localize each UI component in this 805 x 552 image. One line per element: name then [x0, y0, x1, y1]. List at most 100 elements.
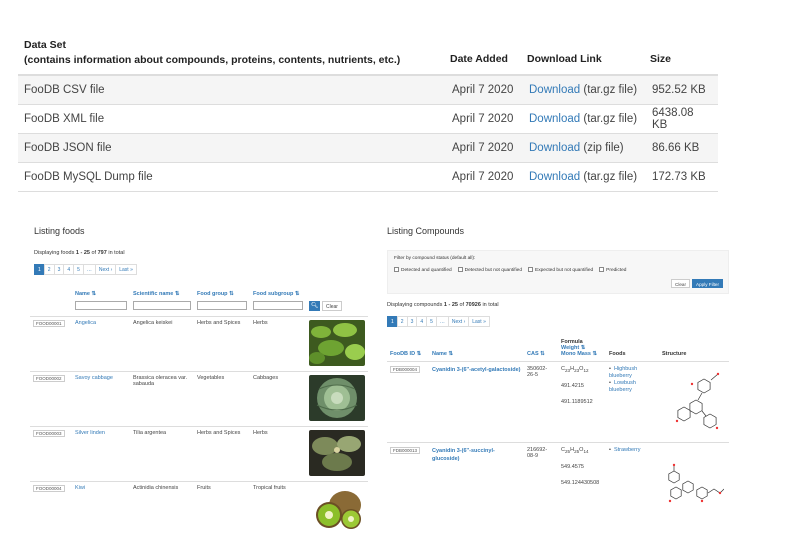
filter-name-input[interactable] — [75, 301, 127, 310]
formula: C25H25O14 — [561, 447, 589, 455]
page-link[interactable]: Last » — [115, 264, 137, 275]
food-row: FOOD00003 Silver linden Tilia argentea Herb… — [30, 426, 368, 482]
status-filter-option[interactable]: Predicted — [599, 267, 626, 273]
col-cas-header[interactable]: CAS ⇅ — [524, 337, 558, 362]
filter-group-input[interactable] — [197, 301, 247, 310]
filter-label: Filter by compound status (default all): — [394, 256, 476, 261]
dataset-header-date: Date Added — [450, 53, 508, 65]
dataset-download-cell: Download (zip file) — [529, 142, 652, 154]
food-group: Herbs and Spices — [194, 426, 250, 482]
compound-name-link[interactable]: Cyanidin 3-(6''-succinyl-glucoside) — [432, 448, 495, 462]
food-name-link[interactable]: Kiwi — [75, 485, 85, 491]
dataset-download-cell: Download (tar.gz file) — [529, 84, 652, 96]
food-subgroup: Herbs — [250, 316, 306, 372]
food-name-link[interactable]: Savoy cabbage — [75, 375, 113, 381]
dataset-size: 952.52 KB — [652, 84, 706, 96]
dataset-name: FooDB CSV file — [24, 84, 105, 96]
compound-food-link[interactable]: Lowbush blueberry — [609, 380, 656, 394]
checkbox[interactable] — [457, 267, 463, 272]
compound-foods: Strawberry — [609, 447, 656, 454]
food-group: Herbs and Spices — [194, 316, 250, 372]
page-link[interactable]: Next › — [94, 264, 117, 275]
compound-mono-mass: 549.124430508 — [561, 480, 600, 487]
filter-checkboxes: Detected and quantified Detected but not … — [394, 267, 722, 273]
dataset-size: 86.66 KB — [652, 142, 700, 154]
compound-name-link[interactable]: Cyanidin 3-(6''-acetyl-galactoside) — [432, 367, 521, 373]
compounds-count: Displaying compounds 1 - 25 of 70926 in … — [387, 302, 499, 308]
food-row: FOOD00002 Savoy cabbage Brassica oleracea … — [30, 371, 368, 427]
download-link[interactable]: Download — [529, 171, 580, 183]
col-structure-header: Structure — [662, 351, 687, 357]
dataset-size: 6438.08 KB — [652, 107, 694, 131]
download-link[interactable]: Download — [529, 84, 580, 96]
col-id-header[interactable]: FooDB ID ⇅ — [387, 337, 429, 362]
dataset-header-size: Size — [650, 53, 672, 65]
food-id[interactable]: FOOD00002 — [33, 375, 65, 382]
col-foods-header: Foods — [609, 351, 626, 357]
compound-id[interactable]: FDB000013 — [390, 447, 421, 454]
checkbox[interactable] — [394, 267, 399, 272]
foods-title: Listing foods — [34, 226, 85, 236]
compound-food-link[interactable]: Strawberry — [609, 447, 656, 454]
filter-clear-button[interactable]: Clear — [671, 279, 691, 288]
search-icon: 🔍︎ — [310, 303, 319, 309]
foods-table: Name ⇅ Scientific name ⇅ Food group ⇅ Fo… — [30, 289, 368, 536]
clear-button[interactable]: Clear — [322, 301, 342, 311]
col-group-header[interactable]: Food group ⇅ — [194, 289, 250, 299]
filter-scientific-input[interactable] — [133, 301, 191, 310]
file-type: (zip file) — [583, 142, 624, 154]
compounds-pagination: 1 2 3 4 5… Next › Last » — [387, 316, 729, 327]
dataset-table: Data Set (contains information about com… — [18, 36, 718, 192]
food-group: Fruits — [194, 481, 250, 536]
apply-filter-button[interactable]: Apply Filter — [692, 279, 723, 288]
checkbox[interactable] — [528, 267, 534, 272]
mono-sort-header[interactable]: Mono Mass ⇅ — [561, 351, 603, 357]
status-filter-option[interactable]: Expected but not quantified — [528, 267, 593, 273]
col-formula-header: Formula Weight ⇅ Mono Mass ⇅ — [558, 337, 606, 362]
filter-subgroup-input[interactable] — [253, 301, 303, 310]
checkbox[interactable] — [599, 267, 605, 272]
food-row: FOOD00004 Kiwi Actinidia chinensis Fruits Tr… — [30, 481, 368, 536]
col-subgroup-header[interactable]: Food subgroup ⇅ — [250, 289, 306, 299]
dataset-date: April 7 2020 — [452, 113, 514, 125]
food-id[interactable]: FOOD00004 — [33, 485, 65, 492]
status-filter-option[interactable]: Detected and quantified — [394, 267, 452, 273]
food-scientific-name: Angelica keiskei — [130, 316, 194, 372]
structure-diagram — [675, 372, 720, 430]
compounds-panel: Listing Compounds Filter by compound sta… — [387, 222, 729, 523]
col-name-header[interactable]: Name ⇅ — [72, 289, 130, 299]
dataset-row: FooDB CSV file April 7 2020 Download (tar.… — [18, 76, 718, 105]
food-id[interactable]: FOOD00001 — [33, 320, 65, 327]
col-cname-header[interactable]: Name ⇅ — [429, 337, 524, 362]
compounds-title: Listing Compounds — [387, 226, 465, 236]
dataset-header-subtitle: (contains information about compounds, p… — [24, 54, 401, 66]
food-id[interactable]: FOOD00003 — [33, 430, 65, 437]
dataset-header-title: Data Set — [24, 39, 67, 51]
compound-cas: 216692-08-9 — [524, 442, 558, 523]
dataset-size: 172.73 KB — [652, 171, 706, 183]
food-subgroup: Herbs — [250, 426, 306, 482]
food-name-link[interactable]: Angelica — [75, 320, 96, 326]
dataset-name: FooDB XML file — [24, 113, 105, 125]
dataset-name: FooDB JSON file — [24, 142, 112, 154]
dataset-row: FooDB MySQL Dump file April 7 2020 Downloa… — [18, 163, 718, 192]
compound-row: FDB000004 Cyanidin 3-(6''-acetyl-galactos… — [387, 361, 729, 443]
dataset-date: April 7 2020 — [452, 171, 514, 183]
compound-food-link[interactable]: Highbush blueberry — [609, 366, 656, 380]
food-image — [306, 426, 368, 482]
food-image — [306, 316, 368, 372]
page-link[interactable]: Next › — [447, 316, 470, 327]
status-filter-option[interactable]: Detected but not quantified — [457, 267, 522, 273]
col-scientific-header[interactable]: Scientific name ⇅ — [130, 289, 194, 299]
foods-pagination: 1 2 3 4 5… Next › Last » — [34, 264, 368, 275]
dataset-row: FooDB JSON file April 7 2020 Download (zip… — [18, 134, 718, 163]
food-name-link[interactable]: Silver linden — [75, 430, 105, 436]
page-link[interactable]: Last » — [468, 316, 490, 327]
food-image — [306, 481, 368, 536]
file-type: (tar.gz file) — [583, 84, 638, 96]
foods-panel: Listing foods Displaying foods 1 - 25 of… — [30, 220, 368, 536]
search-button[interactable]: 🔍︎ — [309, 301, 320, 311]
download-link[interactable]: Download — [529, 142, 580, 154]
compound-id[interactable]: FDB000004 — [390, 366, 421, 373]
download-link[interactable]: Download — [529, 113, 580, 125]
